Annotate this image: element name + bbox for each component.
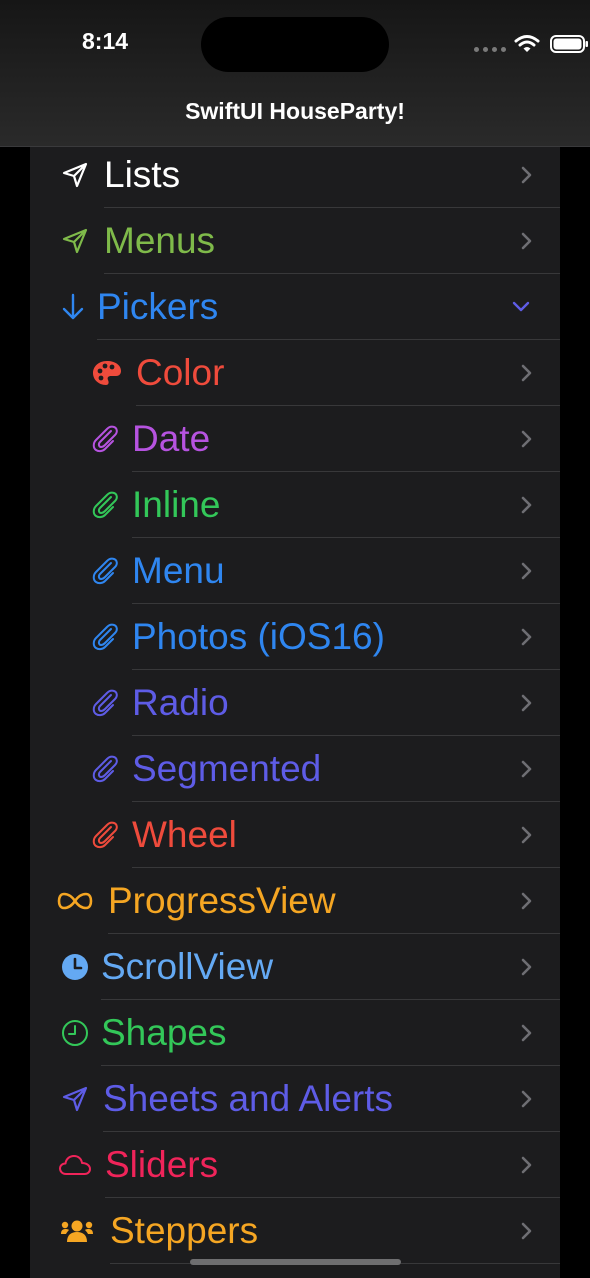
menu-list: Lists Menus Pickers Color Date Inline Menu Phot…	[30, 147, 560, 1278]
list-item[interactable]: Wheel	[30, 802, 560, 868]
list-item[interactable]: Lists	[30, 142, 560, 208]
list-item[interactable]: Radio	[30, 670, 560, 736]
list-item-label: Date	[132, 418, 211, 459]
list-item-label: Color	[136, 352, 225, 393]
list-item[interactable]: ProgressView	[30, 868, 560, 934]
navigation-title: SwiftUI HouseParty!	[185, 98, 405, 124]
clock-icon	[56, 1015, 94, 1051]
navigation-header: 8:14 SwiftUI HouseParty!	[0, 0, 590, 147]
chevron-right-icon	[518, 226, 534, 256]
wifi-icon	[514, 35, 540, 52]
list-item[interactable]: Steppers	[30, 1198, 560, 1264]
list-item-label: Steppers	[110, 1210, 259, 1251]
list-item[interactable]: Sheets and Alerts	[30, 1066, 560, 1132]
list-item[interactable]: ScrollView	[30, 934, 560, 1000]
home-indicator[interactable]	[190, 1259, 401, 1265]
cloud-icon	[56, 1147, 94, 1183]
list-item[interactable]: Inline	[30, 472, 560, 538]
list-item[interactable]: Sliders	[30, 1132, 560, 1198]
chevron-down-icon	[510, 292, 532, 322]
list-item-label: Lists	[104, 154, 181, 195]
chevron-right-icon	[518, 490, 534, 520]
list-item-label: Wheel	[132, 814, 237, 855]
list-item[interactable]: Date	[30, 406, 560, 472]
list-item[interactable]: Segmented	[30, 736, 560, 802]
list-item-label: Radio	[132, 682, 229, 723]
cellular-signal-icon	[474, 47, 506, 52]
chevron-right-icon	[518, 1018, 534, 1048]
chevron-right-icon	[518, 622, 534, 652]
list-item-label: ScrollView	[101, 946, 274, 987]
list-item-label: Shapes	[101, 1012, 227, 1053]
list-item-label: Pickers	[97, 286, 219, 327]
chevron-right-icon	[518, 1084, 534, 1114]
list-item-label: Photos (iOS16)	[132, 616, 385, 657]
paperclip-icon	[86, 685, 124, 721]
list-item[interactable]: Color	[30, 340, 560, 406]
paperclip-icon	[86, 619, 124, 655]
chevron-right-icon	[518, 886, 534, 916]
chevron-right-icon	[518, 952, 534, 982]
chevron-right-icon	[518, 160, 534, 190]
list-item[interactable]: Shapes	[30, 1000, 560, 1066]
list-item-label: Inline	[132, 484, 221, 525]
chevron-right-icon	[518, 820, 534, 850]
paperplane-icon	[56, 1081, 94, 1117]
list-item[interactable]: Photos (iOS16)	[30, 604, 560, 670]
list-item[interactable]: Pickers	[30, 274, 560, 340]
dynamic-island	[201, 17, 389, 72]
status-time: 8:14	[82, 28, 129, 54]
list-item-label: ProgressView	[108, 880, 336, 921]
chevron-right-icon	[518, 754, 534, 784]
clock-fill-icon	[56, 949, 94, 985]
list-item-label: Sheets and Alerts	[103, 1078, 394, 1119]
screen: 8:14 SwiftUI HouseParty! Lists Menus Picke…	[0, 0, 590, 1278]
paperclip-icon	[86, 817, 124, 853]
person-group-icon	[58, 1213, 96, 1249]
chevron-right-icon	[518, 358, 534, 388]
arrow-down-icon	[54, 289, 92, 325]
paperclip-icon	[86, 553, 124, 589]
palette-icon	[88, 355, 126, 391]
list-item-label: Menus	[104, 220, 216, 261]
list-item-label: Segmented	[132, 748, 322, 789]
chevron-right-icon	[518, 1150, 534, 1180]
infinity-icon	[56, 883, 94, 919]
chevron-right-icon	[518, 1216, 534, 1246]
paperplane-icon	[56, 223, 94, 259]
paperplane-icon	[56, 157, 94, 193]
chevron-right-icon	[518, 424, 534, 454]
list-item[interactable]: Menus	[30, 208, 560, 274]
paperclip-icon	[86, 751, 124, 787]
chevron-right-icon	[518, 556, 534, 586]
chevron-right-icon	[518, 688, 534, 718]
paperclip-icon	[86, 421, 124, 457]
paperclip-icon	[86, 487, 124, 523]
list-item[interactable]: Menu	[30, 538, 560, 604]
list-item-label: Menu	[132, 550, 225, 591]
battery-icon	[550, 35, 588, 53]
list-item-label: Sliders	[105, 1144, 219, 1185]
